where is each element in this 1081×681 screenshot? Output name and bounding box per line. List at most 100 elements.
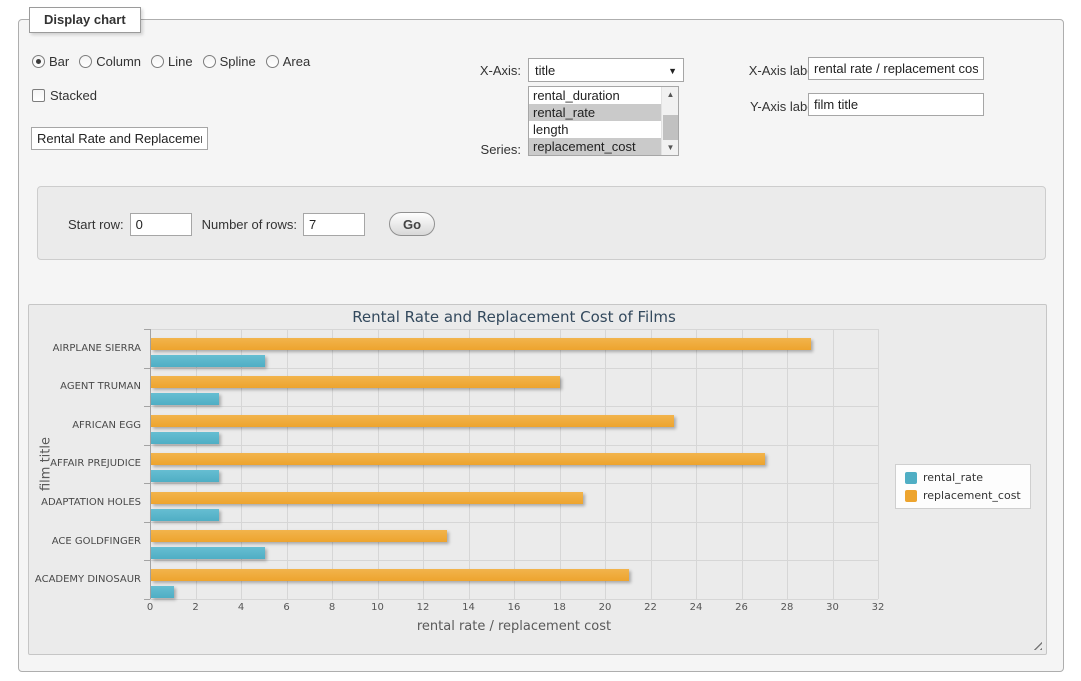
legend-label: rental_rate	[923, 471, 983, 484]
series-option-replacement_cost[interactable]: replacement_cost	[529, 138, 661, 155]
scroll-down-icon[interactable]: ▼	[662, 140, 679, 155]
category-label: AIRPLANE SIERRA	[29, 329, 141, 368]
category-label: ACE GOLDFINGER	[29, 522, 141, 561]
x-axis-select-label: X-Axis:	[399, 63, 521, 78]
row-range-panel: Start row: Number of rows: Go	[37, 186, 1046, 260]
x-tick-label: 30	[815, 602, 851, 613]
chart-type-options: Bar Column Line Spline Area	[32, 54, 310, 69]
x-axis-selected-value: title	[535, 63, 555, 78]
chart-type-label: Column	[96, 54, 141, 69]
series-option-length[interactable]: length	[529, 121, 661, 138]
x-tick-label: 28	[769, 602, 805, 613]
y-axis-label-input[interactable]	[808, 93, 984, 116]
bar-replacement_cost[interactable]	[151, 415, 674, 427]
category-tick	[144, 599, 150, 600]
gridline	[150, 599, 878, 600]
x-tick-label: 24	[678, 602, 714, 613]
gridline	[833, 329, 834, 599]
category-label: ACADEMY DINOSAUR	[29, 560, 141, 599]
bar-rental_rate[interactable]	[151, 470, 219, 482]
panel-legend: Display chart	[29, 7, 141, 33]
num-rows-label: Number of rows:	[202, 217, 297, 232]
radio-icon[interactable]	[203, 55, 216, 68]
bar-replacement_cost[interactable]	[151, 492, 583, 504]
series-options: rental_durationrental_ratelengthreplacem…	[529, 87, 661, 155]
bar-rental_rate[interactable]	[151, 355, 265, 367]
gridline	[150, 560, 878, 561]
x-tick-label: 4	[223, 602, 259, 613]
bar-rental_rate[interactable]	[151, 547, 265, 559]
chart-type-option-column[interactable]: Column	[79, 54, 141, 69]
series-option-rental_duration[interactable]: rental_duration	[529, 87, 661, 104]
stacked-checkbox-row[interactable]: Stacked	[32, 88, 97, 103]
chart-title-input[interactable]	[31, 127, 208, 150]
gridline	[150, 329, 878, 330]
chart-type-option-area[interactable]: Area	[266, 54, 310, 69]
num-rows-input[interactable]	[303, 213, 365, 236]
series-listbox[interactable]: rental_durationrental_ratelengthreplacem…	[528, 86, 679, 156]
chart-type-label: Spline	[220, 54, 256, 69]
radio-icon[interactable]	[79, 55, 92, 68]
chart-type-label: Line	[168, 54, 193, 69]
x-tick-label: 18	[542, 602, 578, 613]
y-axis-label-caption: Y-Axis label:	[659, 99, 821, 114]
chart-type-label: Bar	[49, 54, 69, 69]
series-scrollbar[interactable]: ▲ ▼	[661, 87, 678, 155]
x-tick-label: 8	[314, 602, 350, 613]
legend-swatch-icon	[905, 472, 917, 484]
legend-item-replacement_cost[interactable]: replacement_cost	[905, 489, 1021, 502]
x-tick-label: 14	[451, 602, 487, 613]
chart-type-option-spline[interactable]: Spline	[203, 54, 256, 69]
gridline	[150, 445, 878, 446]
chart-plot-area	[150, 329, 878, 599]
x-tick-label: 10	[360, 602, 396, 613]
chart-legend: rental_rate replacement_cost	[895, 464, 1031, 509]
radio-icon[interactable]	[266, 55, 279, 68]
x-tick-label: 20	[587, 602, 623, 613]
gridline	[787, 329, 788, 599]
chart-type-label: Area	[283, 54, 310, 69]
x-tick-label: 22	[633, 602, 669, 613]
bar-replacement_cost[interactable]	[151, 338, 811, 350]
radio-icon[interactable]	[32, 55, 45, 68]
chart-container: Rental Rate and Replacement Cost of Film…	[28, 304, 1047, 655]
bar-rental_rate[interactable]	[151, 586, 174, 598]
start-row-input[interactable]	[130, 213, 192, 236]
x-tick-label: 0	[132, 602, 168, 613]
gridline	[878, 329, 879, 599]
resize-grip-icon[interactable]	[1030, 638, 1042, 650]
bar-rental_rate[interactable]	[151, 432, 219, 444]
bar-rental_rate[interactable]	[151, 509, 219, 521]
x-tick-label: 16	[496, 602, 532, 613]
bar-replacement_cost[interactable]	[151, 376, 560, 388]
bar-replacement_cost[interactable]	[151, 530, 447, 542]
x-tick-label: 12	[405, 602, 441, 613]
series-select-label: Series:	[399, 142, 521, 157]
legend-item-rental_rate[interactable]: rental_rate	[905, 471, 1021, 484]
bar-replacement_cost[interactable]	[151, 453, 765, 465]
legend-swatch-icon	[905, 490, 917, 502]
stacked-label: Stacked	[50, 88, 97, 103]
chart-type-option-line[interactable]: Line	[151, 54, 193, 69]
go-button[interactable]: Go	[389, 212, 435, 236]
x-tick-label: 32	[860, 602, 896, 613]
legend-label: replacement_cost	[923, 489, 1021, 502]
category-label: AGENT TRUMAN	[29, 368, 141, 407]
gridline	[150, 522, 878, 523]
radio-icon[interactable]	[151, 55, 164, 68]
category-label: ADAPTATION HOLES	[29, 483, 141, 522]
x-axis-label-input[interactable]	[808, 57, 984, 80]
stacked-checkbox[interactable]	[32, 89, 45, 102]
scrollbar-thumb[interactable]	[663, 115, 678, 141]
series-option-rental_rate[interactable]: rental_rate	[529, 104, 661, 121]
bar-replacement_cost[interactable]	[151, 569, 629, 581]
gridline	[150, 368, 878, 369]
category-label: AFFAIR PREJUDICE	[29, 445, 141, 484]
chart-title: Rental Rate and Replacement Cost of Film…	[150, 308, 878, 326]
x-tick-label: 26	[724, 602, 760, 613]
gridline	[150, 483, 878, 484]
chart-type-option-bar[interactable]: Bar	[32, 54, 69, 69]
x-tick-label: 6	[269, 602, 305, 613]
start-row-label: Start row:	[68, 217, 124, 232]
bar-rental_rate[interactable]	[151, 393, 219, 405]
